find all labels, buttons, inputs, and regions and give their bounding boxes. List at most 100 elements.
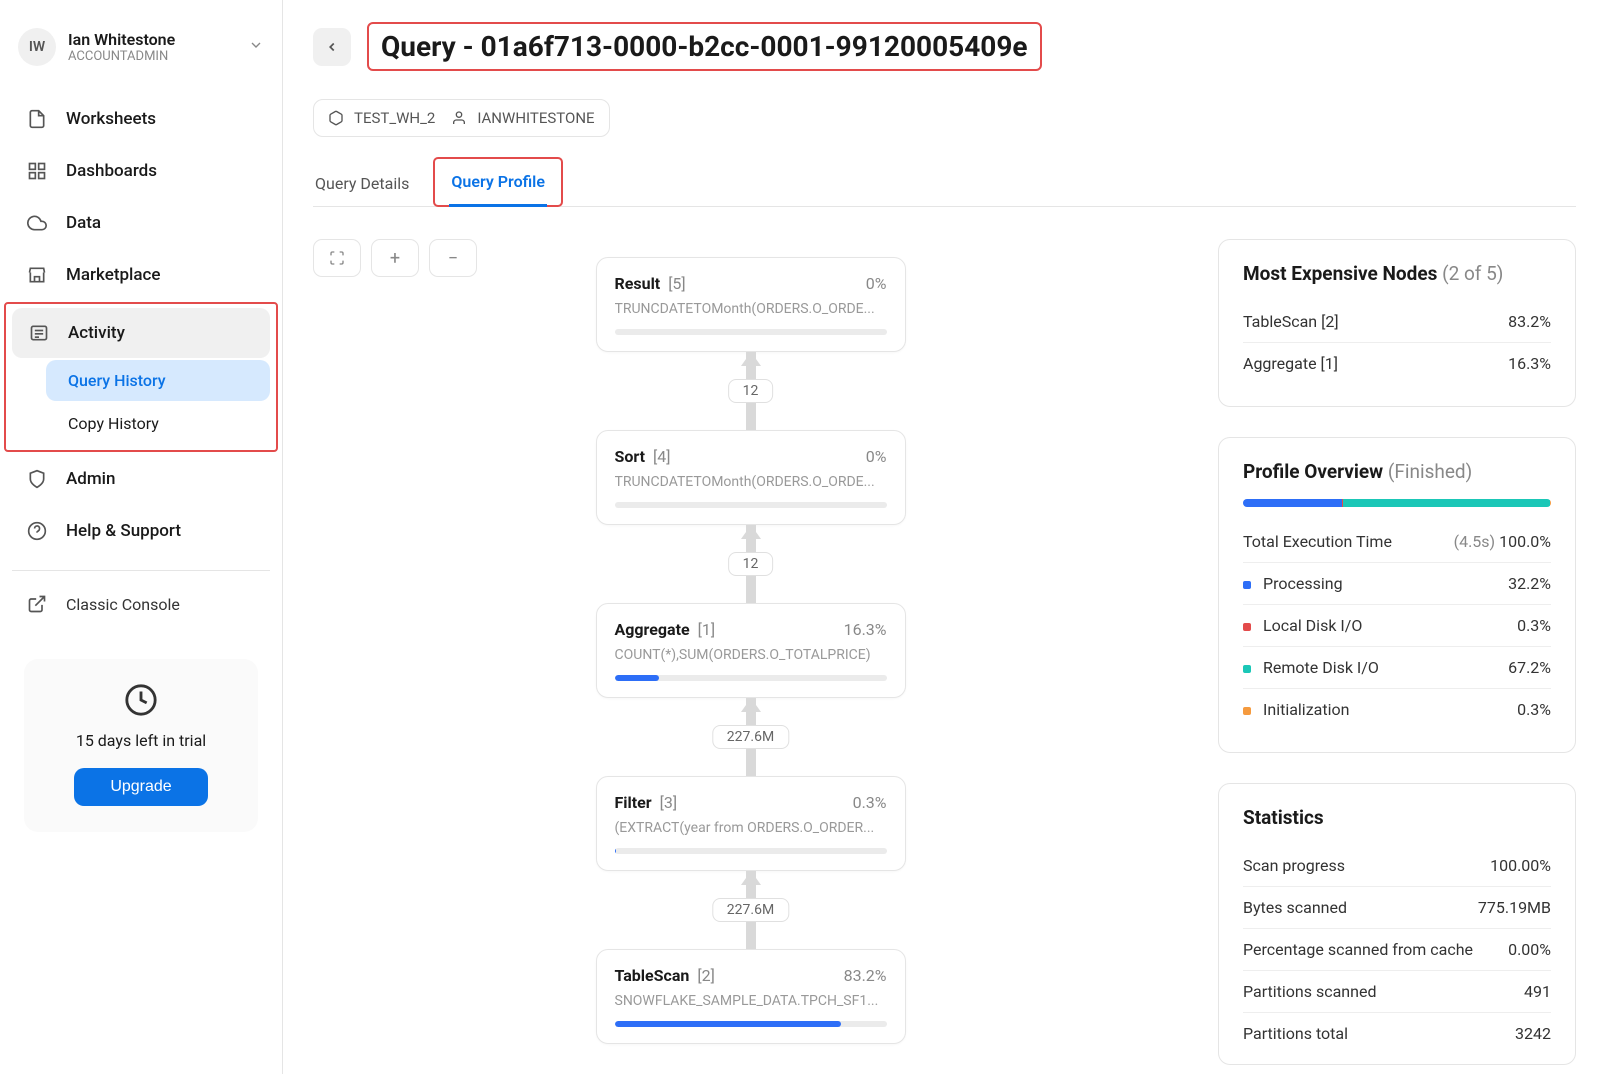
warehouse-chip: TEST_WH_2: [328, 109, 435, 127]
main: Query - 01a6f713-0000-b2cc-0001-99120005…: [283, 0, 1600, 1074]
panel-title-text: Statistics: [1243, 806, 1551, 829]
panels: Most Expensive Nodes (2 of 5) TableScan …: [1218, 239, 1576, 1065]
tab-query-profile[interactable]: Query Profile: [449, 159, 547, 207]
node-id: [3]: [656, 793, 677, 812]
panel-expensive-nodes: Most Expensive Nodes (2 of 5) TableScan …: [1218, 239, 1576, 407]
overview-row: Processing32.2%: [1243, 563, 1551, 605]
page-title: Query - 01a6f713-0000-b2cc-0001-99120005…: [381, 30, 1028, 63]
plan-node[interactable]: Sort [4] 0% TRUNCDATETOMonth(ORDERS.O_OR…: [596, 430, 906, 525]
node-subtitle: (EXTRACT(year from ORDERS.O_ORDER...: [615, 820, 887, 836]
user-role: ACCOUNTADMIN: [68, 49, 175, 64]
node-pct: 0.3%: [853, 793, 887, 812]
warehouse-name: TEST_WH_2: [354, 109, 435, 127]
content-row: + − Result [5] 0% TRUNCDATETOMonth(ORDER…: [313, 239, 1576, 1065]
activity-subnav: Query History Copy History: [12, 360, 270, 444]
stat-row: Partitions scanned491: [1243, 971, 1551, 1013]
bullet-icon: [1243, 623, 1251, 631]
title-highlight: Query - 01a6f713-0000-b2cc-0001-99120005…: [367, 22, 1042, 71]
tab-query-details[interactable]: Query Details: [313, 161, 411, 206]
trial-text: 15 days left in trial: [44, 731, 238, 750]
nav-label: Dashboards: [66, 161, 157, 181]
shield-icon: [26, 468, 48, 490]
user-icon: [451, 110, 467, 126]
stat-row: Partitions total3242: [1243, 1013, 1551, 1054]
plus-icon: +: [390, 248, 400, 269]
node-name: TableScan: [615, 966, 690, 985]
nav-worksheets[interactable]: Worksheets: [10, 94, 272, 144]
stacked-bar: [1243, 499, 1551, 507]
overview-row: Remote Disk I/O67.2%: [1243, 647, 1551, 689]
node-name: Result: [615, 274, 661, 293]
nav-classic-console[interactable]: Classic Console: [10, 585, 272, 623]
subnav-copy-history[interactable]: Copy History: [46, 403, 270, 444]
divider: [12, 570, 270, 571]
bullet-icon: [1243, 665, 1251, 673]
nav-label: Classic Console: [66, 595, 180, 614]
subnav-query-history[interactable]: Query History: [46, 360, 270, 401]
grid-icon: [26, 160, 48, 182]
edge-rowcount: 227.6M: [712, 898, 789, 922]
overview-rows: Processing32.2%Local Disk I/O0.3%Remote …: [1243, 563, 1551, 730]
nav-marketplace[interactable]: Marketplace: [10, 250, 272, 300]
upgrade-button[interactable]: Upgrade: [74, 768, 207, 806]
expensive-rows: TableScan [2]83.2%Aggregate [1]16.3%: [1243, 301, 1551, 384]
node-id: [1]: [694, 620, 715, 639]
node-subtitle: TRUNCDATETOMonth(ORDERS.O_ORDE...: [615, 301, 887, 317]
nav-dashboards[interactable]: Dashboards: [10, 146, 272, 196]
bar-segment: [1550, 499, 1551, 507]
plan-node[interactable]: Filter [3] 0.3% (EXTRACT(year from ORDER…: [596, 776, 906, 871]
back-button[interactable]: [313, 28, 351, 66]
cloud-icon: [26, 212, 48, 234]
zoom-in-button[interactable]: +: [371, 239, 419, 277]
nav: Worksheets Dashboards Data Marketplace A…: [10, 94, 272, 556]
plan-node[interactable]: Result [5] 0% TRUNCDATETOMonth(ORDERS.O_…: [596, 257, 906, 352]
cube-icon: [328, 110, 344, 126]
node-id: [4]: [649, 447, 670, 466]
tab-highlight: Query Profile: [433, 157, 563, 207]
plan-node[interactable]: TableScan [2] 83.2% SNOWFLAKE_SAMPLE_DAT…: [596, 949, 906, 1044]
query-meta[interactable]: TEST_WH_2 IANWHITESTONE: [313, 99, 610, 137]
plan-node[interactable]: Aggregate [1] 16.3% COUNT(*),SUM(ORDERS.…: [596, 603, 906, 698]
node-name: Aggregate: [615, 620, 690, 639]
panel-profile-overview: Profile Overview (Finished) Total Execut…: [1218, 437, 1576, 753]
user-menu[interactable]: IW Ian Whitestone ACCOUNTADMIN: [10, 28, 272, 94]
chevron-left-icon: [325, 40, 339, 54]
graph-column: + − Result [5] 0% TRUNCDATETOMonth(ORDER…: [313, 239, 1188, 1065]
trial-card: 15 days left in trial Upgrade: [24, 659, 258, 832]
overview-row: Initialization0.3%: [1243, 689, 1551, 730]
edge-arrow: 12: [746, 525, 756, 603]
expensive-row[interactable]: TableScan [2]83.2%: [1243, 301, 1551, 343]
external-link-icon: [26, 593, 48, 615]
node-subtitle: SNOWFLAKE_SAMPLE_DATA.TPCH_SF1...: [615, 993, 887, 1009]
fullscreen-button[interactable]: [313, 239, 361, 277]
list-icon: [28, 322, 50, 344]
nav-help[interactable]: Help & Support: [10, 506, 272, 556]
stats-rows: Scan progress100.00%Bytes scanned775.19M…: [1243, 845, 1551, 1054]
panel-title-text: Most Expensive Nodes: [1243, 262, 1437, 285]
edge-rowcount: 12: [728, 552, 774, 576]
node-subtitle: TRUNCDATETOMonth(ORDERS.O_ORDE...: [615, 474, 887, 490]
expensive-row[interactable]: Aggregate [1]16.3%: [1243, 343, 1551, 384]
node-name: Sort: [615, 447, 646, 466]
zoom-out-button[interactable]: −: [429, 239, 477, 277]
avatar: IW: [18, 28, 56, 66]
node-pct: 16.3%: [844, 620, 887, 639]
node-subtitle: COUNT(*),SUM(ORDERS.O_TOTALPRICE): [615, 647, 887, 663]
nav-label: Activity: [68, 323, 125, 343]
stat-row: Percentage scanned from cache0.00%: [1243, 929, 1551, 971]
nav-label: Data: [66, 213, 101, 233]
panel-statistics: Statistics Scan progress100.00%Bytes sca…: [1218, 783, 1576, 1065]
node-bar: [615, 329, 887, 335]
nav-label: Worksheets: [66, 109, 156, 129]
bullet-icon: [1243, 581, 1251, 589]
plan-graph[interactable]: Result [5] 0% TRUNCDATETOMonth(ORDERS.O_…: [596, 257, 906, 1044]
store-icon: [26, 264, 48, 286]
nav-admin[interactable]: Admin: [10, 454, 272, 504]
nav-activity[interactable]: Activity: [12, 308, 270, 358]
nav-data[interactable]: Data: [10, 198, 272, 248]
nav-label: Admin: [66, 469, 115, 489]
header-row: Query - 01a6f713-0000-b2cc-0001-99120005…: [313, 22, 1576, 71]
panel-title-count: (2 of 5): [1442, 262, 1503, 285]
stat-row: Bytes scanned775.19MB: [1243, 887, 1551, 929]
run-user: IANWHITESTONE: [477, 109, 594, 127]
